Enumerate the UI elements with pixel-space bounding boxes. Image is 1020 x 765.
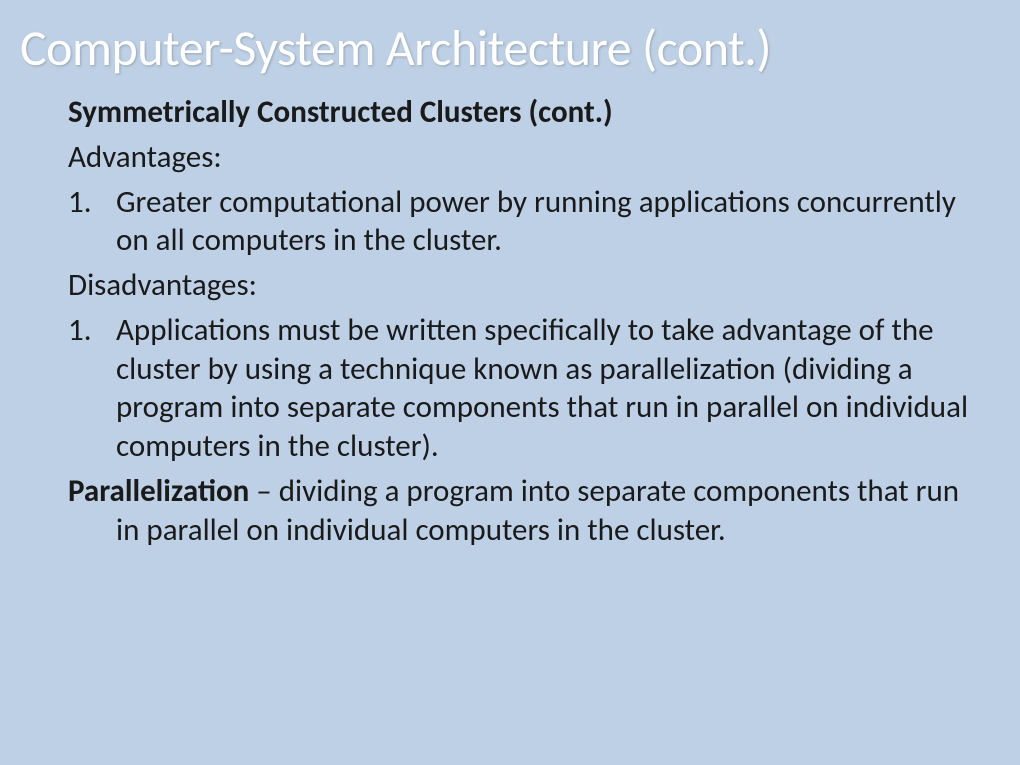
disadvantage-text: Applications must be written specificall… <box>116 311 980 466</box>
disadvantage-item: 1. Applications must be written specific… <box>68 311 980 466</box>
advantages-label: Advantages: <box>68 138 980 177</box>
slide-content: Symmetrically Constructed Clusters (cont… <box>20 93 1000 549</box>
disadvantage-number: 1. <box>68 311 116 466</box>
definition-body: Parallelization – dividing a program int… <box>68 472 980 550</box>
subtitle: Symmetrically Constructed Clusters (cont… <box>68 93 980 132</box>
slide: Computer-System Architecture (cont.) Sym… <box>0 0 1020 765</box>
advantage-number: 1. <box>68 183 116 261</box>
advantage-text: Greater computational power by running a… <box>116 183 980 261</box>
definition-separator: – <box>249 472 278 510</box>
slide-title: Computer-System Architecture (cont.) <box>20 18 1000 79</box>
advantage-item: 1. Greater computational power by runnin… <box>68 183 980 261</box>
disadvantages-label: Disadvantages: <box>68 266 980 305</box>
definition-term: Parallelization <box>68 472 249 510</box>
definition: Parallelization – dividing a program int… <box>68 472 980 550</box>
